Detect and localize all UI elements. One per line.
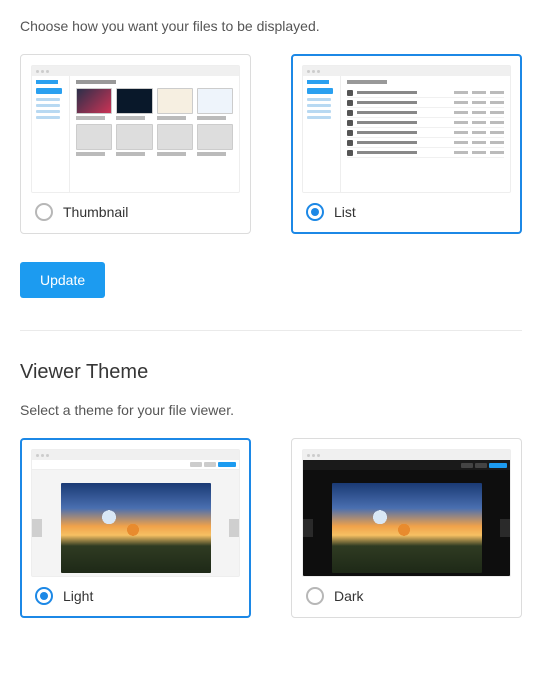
viewer-theme-description: Select a theme for your file viewer.: [20, 402, 522, 418]
viewer-theme-options: Light Dark: [20, 438, 522, 618]
radio-list[interactable]: [306, 203, 324, 221]
viewer-option-light[interactable]: Light: [20, 438, 251, 618]
radio-thumbnail-label: Thumbnail: [63, 204, 128, 220]
viewer-option-dark[interactable]: Dark: [291, 438, 522, 618]
display-options: Thumbnail: [20, 54, 522, 234]
display-option-list[interactable]: List: [291, 54, 522, 234]
viewer-theme-title: Viewer Theme: [20, 361, 522, 384]
radio-thumbnail[interactable]: [35, 203, 53, 221]
list-preview: [302, 65, 511, 193]
radio-list-label: List: [334, 204, 356, 220]
update-button[interactable]: Update: [20, 262, 105, 298]
radio-light[interactable]: [35, 587, 53, 605]
display-option-thumbnail[interactable]: Thumbnail: [20, 54, 251, 234]
radio-dark[interactable]: [306, 587, 324, 605]
thumbnail-preview: [31, 65, 240, 193]
section-divider: [20, 330, 522, 331]
radio-light-label: Light: [63, 588, 93, 604]
display-description: Choose how you want your files to be dis…: [20, 18, 522, 34]
dark-preview: [302, 449, 511, 577]
light-preview: [31, 449, 240, 577]
radio-dark-label: Dark: [334, 588, 364, 604]
